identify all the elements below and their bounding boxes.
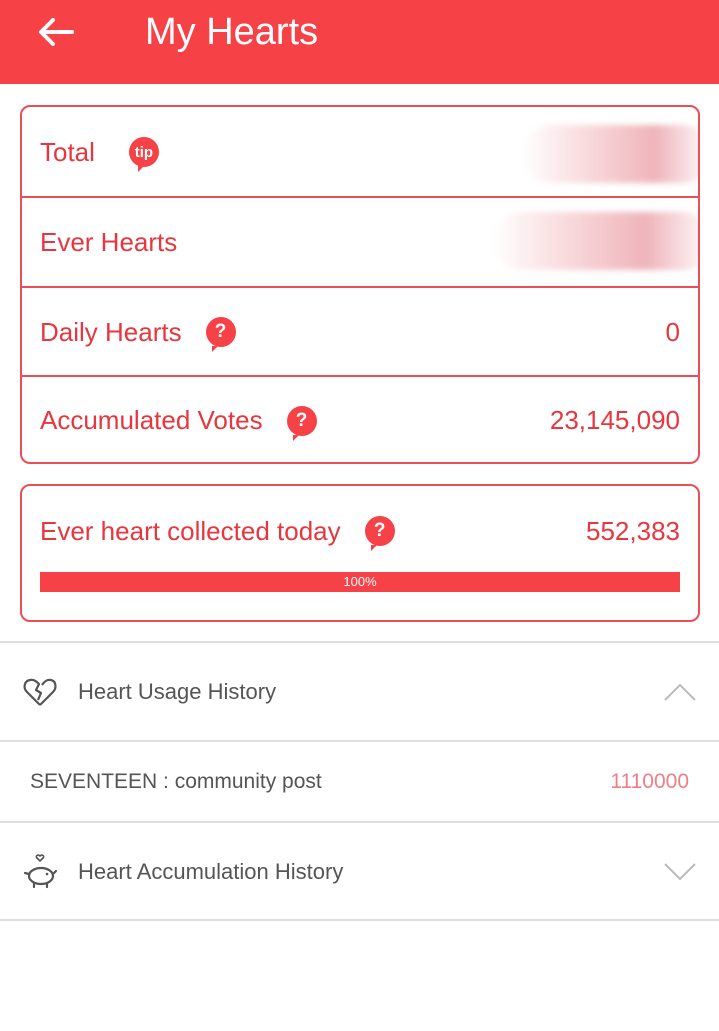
today-hearts-label: Ever heart collected today	[40, 515, 341, 546]
tip-icon[interactable]: tip	[128, 137, 159, 172]
progress-fill: 100%	[40, 572, 680, 592]
section-divider	[0, 740, 719, 742]
broken-heart-icon	[23, 678, 57, 706]
accumulated-votes-value: 23,145,090	[549, 405, 680, 435]
today-progress-bar: 100%	[40, 572, 680, 592]
ever-hearts-row: Ever Hearts	[22, 196, 698, 286]
daily-hearts-label: Daily Hearts	[40, 316, 182, 347]
piggy-bank-icon	[23, 854, 58, 889]
back-button[interactable]	[30, 8, 82, 56]
heart-usage-history-header[interactable]: Heart Usage History	[0, 652, 719, 732]
today-hearts-value: 552,383	[586, 515, 680, 546]
redacted-ever-hearts-value	[492, 212, 698, 270]
chevron-up-icon[interactable]	[663, 682, 697, 702]
heart-accumulation-history-title: Heart Accumulation History	[78, 859, 344, 884]
page-title: My Hearts	[145, 11, 319, 53]
redacted-total-value	[522, 125, 698, 183]
list-item[interactable]: SEVENTEEN : community post 1110000	[0, 743, 719, 821]
usage-item-name: SEVENTEEN : community post	[30, 770, 322, 793]
daily-hearts-value: 0	[665, 316, 680, 347]
accumulated-votes-row: Accumulated Votes ? 23,145,090	[22, 375, 698, 462]
heart-accumulation-history-header[interactable]: Heart Accumulation History	[0, 832, 719, 912]
today-hearts-card: Ever heart collected today ? 552,383 100…	[20, 484, 700, 622]
section-divider	[0, 641, 719, 643]
total-row: Total tip	[22, 107, 698, 197]
hearts-summary-card: Total tip Ever Hearts Daily Hearts ? 0 A…	[20, 105, 700, 464]
daily-hearts-row: Daily Hearts ? 0	[22, 286, 698, 376]
total-label: Total	[40, 136, 95, 167]
section-divider	[0, 821, 719, 823]
help-icon[interactable]: ?	[205, 317, 236, 352]
usage-item-amount: 1110000	[610, 770, 689, 793]
app-bar: My Hearts	[0, 0, 719, 84]
today-hearts-row: Ever heart collected today ? 552,383	[22, 501, 698, 561]
help-icon[interactable]: ?	[364, 516, 395, 551]
chevron-down-icon[interactable]	[663, 862, 697, 882]
help-icon[interactable]: ?	[286, 405, 317, 441]
accumulated-votes-label: Accumulated Votes	[40, 405, 263, 435]
heart-usage-history-title: Heart Usage History	[78, 679, 277, 704]
section-divider	[0, 919, 719, 921]
ever-hearts-label: Ever Hearts	[40, 226, 178, 257]
arrow-left-icon	[39, 18, 74, 46]
